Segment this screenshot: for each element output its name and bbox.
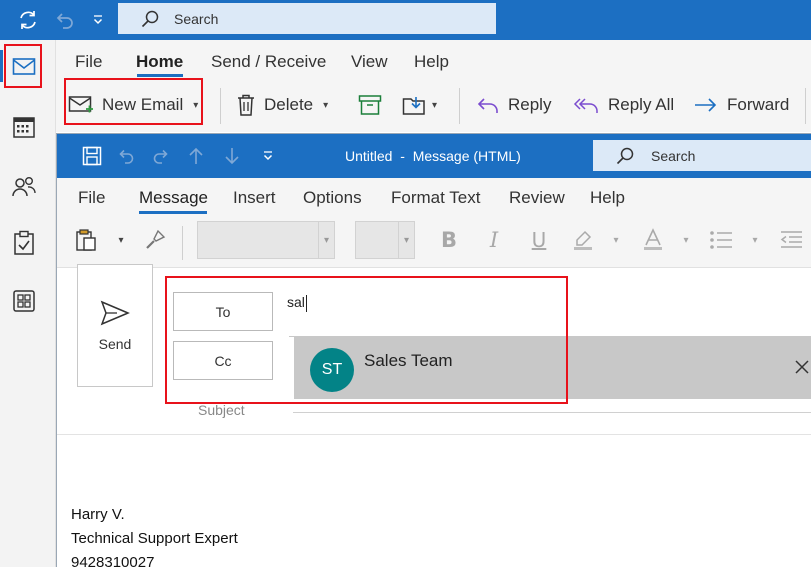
send-icon [100,300,130,326]
send-button[interactable]: Send [77,264,153,387]
reply-button[interactable]: Reply [476,90,551,120]
tab-file[interactable]: File [75,52,102,72]
chevron-down-icon[interactable]: ▾ [674,228,698,252]
message-search-box[interactable]: Search [593,140,811,171]
send-label: Send [98,335,132,352]
font-family-select[interactable]: ▾ [197,221,335,259]
save-icon[interactable] [81,145,103,167]
tasks-icon[interactable] [11,230,37,256]
delete-label: Delete [264,95,314,114]
archive-button[interactable] [358,90,382,120]
ribbon-divider [459,88,460,124]
message-title-bar: Untitled - Message (HTML) Search [57,134,811,178]
message-window: Untitled - Message (HTML) Search File Me… [56,133,811,567]
forward-label: Forward [727,95,790,114]
ribbon-divider [220,88,221,124]
delete-button[interactable]: Delete ▾ [236,90,328,120]
tab-send-receive[interactable]: Send / Receive [211,52,326,72]
tab-message[interactable]: Message [139,188,208,208]
format-painter-icon[interactable] [143,228,167,252]
message-ribbon: File Message Insert Options Format Text … [57,178,811,268]
quick-access-dropdown-icon[interactable] [257,145,279,167]
quick-access-dropdown-icon[interactable] [86,8,110,32]
signature-phone: 9428310027 [71,554,155,567]
trash-icon [236,93,256,117]
chevron-down-icon: ▾ [323,99,329,111]
archive-icon [358,94,382,116]
reply-all-icon [572,95,600,115]
body-divider [57,434,811,435]
chevron-down-icon: ▾ [318,222,334,258]
recipient-highlight [165,276,568,404]
calendar-icon[interactable] [11,114,37,140]
message-search-label: Search [651,147,696,164]
move-button[interactable]: ▾ [402,90,437,120]
search-icon [615,146,635,166]
chevron-down-icon: ▾ [398,222,414,258]
bullet-list-icon[interactable] [709,228,733,252]
undo-icon[interactable] [52,8,76,32]
arrow-up-icon[interactable] [185,145,207,167]
reply-all-label: Reply All [608,95,675,114]
arrow-down-icon[interactable] [221,145,243,167]
forward-button[interactable]: Forward [693,90,789,120]
font-size-select[interactable]: ▾ [355,221,415,259]
tab-insert[interactable]: Insert [233,188,276,208]
forward-icon [693,95,719,115]
reply-icon [476,95,500,115]
outer-search-label: Search [174,10,219,27]
chevron-down-icon: ▾ [432,99,438,111]
nav-active-indicator [0,50,3,82]
tab-help[interactable]: Help [414,52,449,72]
people-icon[interactable] [11,174,37,200]
underline-icon[interactable]: U [527,228,551,252]
signature-title: Technical Support Expert [71,530,238,547]
chevron-down-icon[interactable]: ▾ [604,228,628,252]
close-icon[interactable] [794,359,810,375]
tab-view[interactable]: View [351,52,388,72]
ribbon-divider [182,226,183,260]
italic-icon[interactable]: I [482,228,506,252]
reply-label: Reply [508,95,552,114]
decrease-indent-icon[interactable] [779,228,803,252]
bold-icon[interactable]: B [437,228,461,252]
paste-icon[interactable] [74,228,98,252]
tab-help[interactable]: Help [590,188,625,208]
subject-label: Subject [198,402,245,418]
new-email-highlight [64,78,203,125]
left-navigation [0,40,56,567]
active-tab-indicator [139,211,207,214]
undo-icon[interactable] [115,145,137,167]
tab-options[interactable]: Options [303,188,362,208]
apps-icon[interactable] [11,288,37,314]
message-window-title: Untitled - Message (HTML) [345,148,521,164]
mail-nav-highlight [4,44,42,88]
signature-name: Harry V. [71,506,125,523]
redo-icon[interactable] [150,145,172,167]
highlight-icon[interactable] [571,228,595,252]
chevron-down-icon[interactable]: ▾ [743,228,767,252]
tab-format-text[interactable]: Format Text [391,188,480,208]
tab-home[interactable]: Home [136,52,183,72]
active-tab-indicator [137,74,183,77]
tab-review[interactable]: Review [509,188,565,208]
outlook-title-bar: Search [0,0,811,40]
sync-icon[interactable] [16,8,40,32]
search-icon [140,9,160,29]
reply-all-button[interactable]: Reply All [572,90,674,120]
paste-dropdown-icon[interactable]: ▾ [109,228,133,252]
subject-input[interactable] [293,412,811,413]
outer-search-box[interactable]: Search [118,3,496,34]
tab-file[interactable]: File [78,188,105,208]
move-to-folder-icon [402,94,428,116]
font-color-icon[interactable] [641,228,665,252]
ribbon-divider [805,88,806,124]
